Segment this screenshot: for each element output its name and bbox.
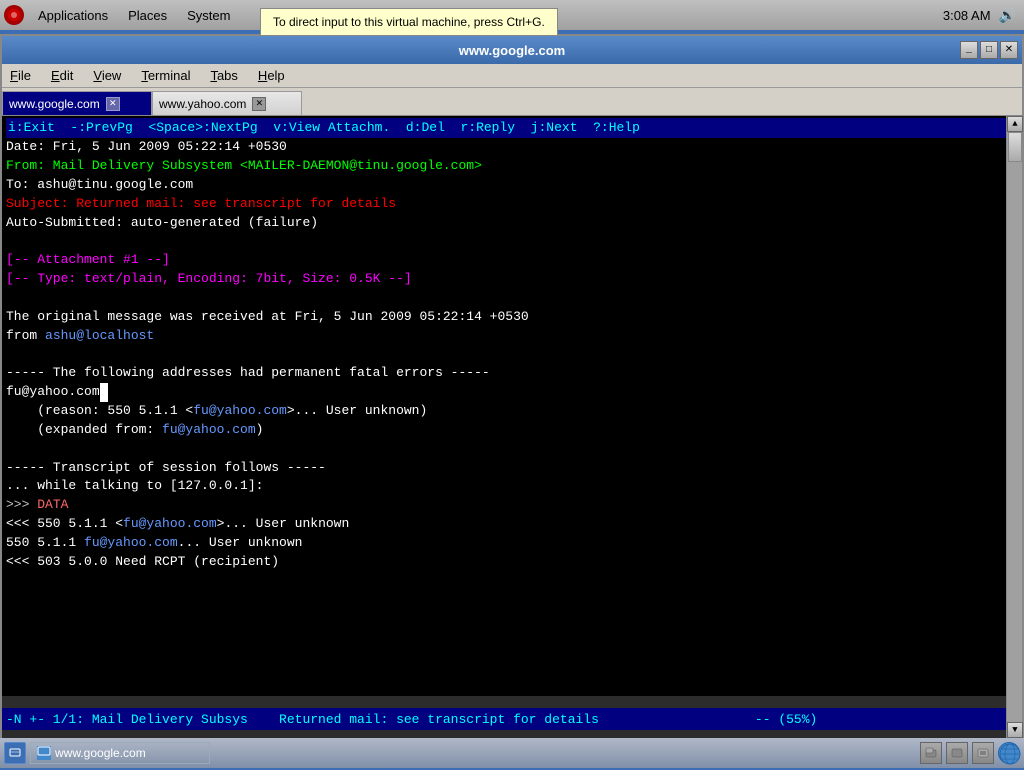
from-link: ashu@localhost bbox=[45, 328, 154, 343]
resp2-link: fu@yahoo.com bbox=[84, 535, 178, 550]
email-original2: from ashu@localhost bbox=[6, 327, 1018, 346]
menu-help[interactable]: Help bbox=[254, 68, 289, 83]
cursor bbox=[100, 383, 108, 402]
topbar-left: Applications Places System bbox=[4, 5, 238, 25]
fedora-logo-icon[interactable] bbox=[4, 5, 24, 25]
menu-edit[interactable]: Edit bbox=[47, 68, 77, 83]
fu-address-selected: fu@yahoo.com bbox=[6, 383, 100, 402]
tooltip-overlay: To direct input to this virtual machine,… bbox=[260, 8, 558, 36]
expanded-link: fu@yahoo.com bbox=[162, 422, 256, 437]
scrollbar[interactable]: ▲ ▼ bbox=[1006, 116, 1022, 738]
close-button[interactable]: ✕ bbox=[1000, 41, 1018, 59]
taskbar-btn-2[interactable] bbox=[946, 742, 968, 764]
email-subject: Subject: Returned mail: see transcript f… bbox=[6, 195, 1018, 214]
taskbar-window-button[interactable]: www.google.com bbox=[30, 742, 210, 764]
tab-yahoo-close[interactable]: ✕ bbox=[252, 97, 266, 111]
taskbar-btn-1[interactable] bbox=[920, 742, 942, 764]
email-data-cmd: >>> DATA bbox=[6, 496, 1018, 515]
email-date: Date: Fri, 5 Jun 2009 05:22:14 +0530 bbox=[6, 138, 1018, 157]
tab-yahoo-label: www.yahoo.com bbox=[159, 97, 246, 111]
tab-google-close[interactable]: ✕ bbox=[106, 97, 120, 111]
minimize-button[interactable]: _ bbox=[960, 41, 978, 59]
scroll-thumb[interactable] bbox=[1008, 132, 1022, 162]
email-auto-submitted: Auto-Submitted: auto-generated (failure) bbox=[6, 214, 1018, 233]
taskbar: www.google.com bbox=[0, 738, 1024, 768]
taskbar-icon[interactable] bbox=[4, 742, 26, 764]
email-blank4 bbox=[6, 440, 1018, 459]
email-resp1: <<< 550 5.1.1 <fu@yahoo.com>... User unk… bbox=[6, 515, 1018, 534]
email-reason: (reason: 550 5.1.1 <fu@yahoo.com>... Use… bbox=[6, 402, 1018, 421]
email-transcript: ----- Transcript of session follows ----… bbox=[6, 459, 1018, 478]
email-status-line: i:Exit -:PrevPg <Space>:NextPg v:View At… bbox=[6, 118, 1018, 138]
tooltip-text: To direct input to this virtual machine,… bbox=[273, 15, 545, 29]
taskbar-icon-2 bbox=[951, 747, 963, 759]
tab-google[interactable]: www.google.com ✕ bbox=[2, 91, 152, 115]
system-menu[interactable]: System bbox=[179, 6, 238, 25]
fu-address-line: fu@yahoo.com bbox=[6, 383, 1018, 402]
taskbar-icon-3 bbox=[977, 747, 989, 759]
email-blank2 bbox=[6, 289, 1018, 308]
email-original1: The original message was received at Fri… bbox=[6, 308, 1018, 327]
scroll-down-button[interactable]: ▼ bbox=[1007, 722, 1023, 738]
bottom-statusbar: -N +- 1/1: Mail Delivery Subsys Returned… bbox=[2, 708, 1011, 730]
terminal-content[interactable]: i:Exit -:PrevPg <Space>:NextPg v:View At… bbox=[2, 116, 1022, 696]
email-blank3 bbox=[6, 345, 1018, 364]
terminal-window: www.google.com _ □ ✕ File Edit View Term… bbox=[0, 34, 1024, 762]
terminal-menubar: File Edit View Terminal Tabs Help bbox=[2, 64, 1022, 88]
email-blank1 bbox=[6, 232, 1018, 251]
menu-tabs[interactable]: Tabs bbox=[206, 68, 241, 83]
email-fatal: ----- The following addresses had perman… bbox=[6, 364, 1018, 383]
reason-link: fu@yahoo.com bbox=[193, 403, 287, 418]
maximize-button[interactable]: □ bbox=[980, 41, 998, 59]
menu-view[interactable]: View bbox=[89, 68, 125, 83]
terminal-titlebar: www.google.com _ □ ✕ bbox=[2, 36, 1022, 64]
taskbar-right bbox=[920, 742, 1020, 764]
taskbar-window-label: www.google.com bbox=[55, 746, 146, 760]
data-cmd-text: DATA bbox=[37, 497, 68, 512]
terminal-controls: _ □ ✕ bbox=[960, 41, 1018, 59]
email-expanded: (expanded from: fu@yahoo.com) bbox=[6, 421, 1018, 440]
email-resp3: <<< 503 5.0.0 Need RCPT (recipient) bbox=[6, 553, 1018, 572]
menu-terminal[interactable]: Terminal bbox=[137, 68, 194, 83]
places-menu[interactable]: Places bbox=[120, 6, 175, 25]
volume-icon[interactable]: 🔊 bbox=[999, 7, 1016, 24]
menu-file[interactable]: File bbox=[6, 68, 35, 83]
tab-yahoo[interactable]: www.yahoo.com ✕ bbox=[152, 91, 302, 115]
topbar-right: 3:08 AM 🔊 bbox=[943, 0, 1016, 30]
applications-menu[interactable]: Applications bbox=[30, 6, 116, 25]
terminal-title: www.google.com bbox=[459, 43, 565, 58]
taskbar-btn-3[interactable] bbox=[972, 742, 994, 764]
taskbar-globe-icon[interactable] bbox=[998, 742, 1020, 764]
scroll-track bbox=[1007, 132, 1022, 722]
email-to: To: ashu@tinu.google.com bbox=[6, 176, 1018, 195]
email-attachment2: [-- Type: text/plain, Encoding: 7bit, Si… bbox=[6, 270, 1018, 289]
taskbar-window-icon bbox=[37, 746, 51, 760]
tab-google-label: www.google.com bbox=[9, 97, 100, 111]
bottom-status-text: -N +- 1/1: Mail Delivery Subsys Returned… bbox=[6, 712, 817, 727]
email-talking: ... while talking to [127.0.0.1]: bbox=[6, 477, 1018, 496]
email-from: From: Mail Delivery Subsystem <MAILER-DA… bbox=[6, 157, 1018, 176]
system-time: 3:08 AM bbox=[943, 8, 991, 23]
resp1-link: fu@yahoo.com bbox=[123, 516, 217, 531]
email-attachment1: [-- Attachment #1 --] bbox=[6, 251, 1018, 270]
email-resp2: 550 5.1.1 fu@yahoo.com... User unknown bbox=[6, 534, 1018, 553]
scroll-up-button[interactable]: ▲ bbox=[1007, 116, 1023, 132]
tabs-bar: www.google.com ✕ www.yahoo.com ✕ bbox=[2, 88, 1022, 116]
taskbar-icon-1 bbox=[925, 747, 937, 759]
